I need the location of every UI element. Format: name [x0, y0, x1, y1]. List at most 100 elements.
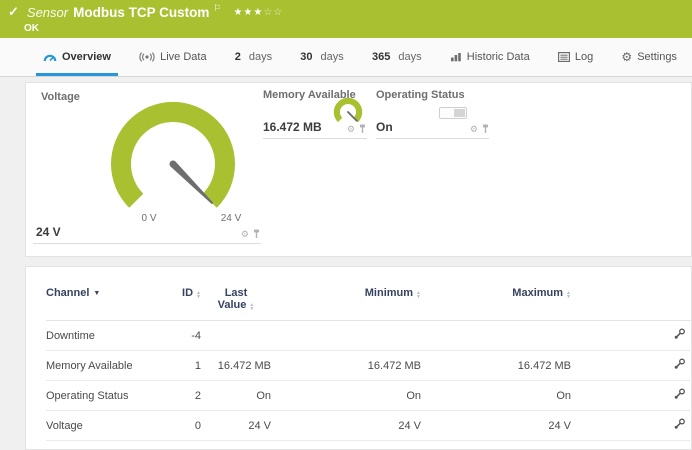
tab-historic-data[interactable]: Historic Data — [443, 38, 537, 76]
gear-icon: ⚙ — [621, 51, 632, 63]
edit-channel-icon[interactable] — [673, 328, 686, 340]
pin-icon[interactable] — [359, 124, 366, 134]
table-row-downtime[interactable]: Downtime -4 — [46, 321, 692, 351]
tab-30-days-unit: days — [321, 51, 344, 63]
tab-365-days[interactable]: 365 days — [365, 38, 429, 76]
channel-settings-gear-icon[interactable]: ⚙ — [470, 125, 478, 134]
table-row-operating-status[interactable]: Operating Status 2 On On On — [46, 381, 692, 411]
cell-id: 0 — [161, 411, 201, 441]
tab-settings-label: Settings — [637, 51, 677, 63]
cell-minimum: On — [271, 381, 421, 411]
sort-icon: ▲▼ — [249, 303, 254, 311]
operating-status-toggle[interactable] — [439, 107, 467, 119]
tab-settings[interactable]: ⚙ Settings — [614, 38, 684, 76]
gauge-icon — [43, 51, 57, 63]
priority-stars[interactable]: ★★★☆☆ — [233, 7, 283, 18]
cell-minimum — [271, 321, 421, 351]
priority-stars-empty[interactable]: ☆☆ — [263, 7, 283, 18]
tab-live-data-label: Live Data — [160, 51, 206, 63]
voltage-cell-divider — [33, 243, 261, 244]
tab-historic-data-label: Historic Data — [467, 51, 530, 63]
cell-maximum: 24 V — [421, 411, 571, 441]
sort-icon: ▲▼ — [566, 291, 571, 299]
column-header-last-value[interactable]: Last Value▲▼ — [201, 285, 271, 321]
flag-icon[interactable]: ⚐ — [213, 3, 221, 14]
cell-minimum: 16.472 MB — [271, 351, 421, 381]
cell-last-value — [201, 321, 271, 351]
table-row-voltage[interactable]: Voltage 0 24 V 24 V 24 V — [46, 411, 692, 441]
operating-cell-actions: ⚙ — [447, 124, 489, 134]
memory-current-value: 16.472 MB — [263, 120, 322, 134]
live-signal-icon — [139, 52, 155, 62]
cell-actions — [571, 351, 692, 381]
cell-maximum: 16.472 MB — [421, 351, 571, 381]
voltage-gauge-max-tick: 24 V — [213, 213, 249, 224]
column-header-channel-label: Channel — [46, 287, 89, 299]
column-header-maximum-label: Maximum — [512, 287, 563, 299]
cell-id: 1 — [161, 351, 201, 381]
column-header-id-label: ID — [182, 287, 193, 299]
table-row-memory-available[interactable]: Memory Available 1 16.472 MB 16.472 MB 1… — [46, 351, 692, 381]
tab-30-days-number: 30 — [300, 51, 312, 63]
column-header-minimum-label: Minimum — [365, 287, 413, 299]
channel-settings-gear-icon[interactable]: ⚙ — [241, 230, 249, 239]
channels-table: Channel▼ ID▲▼ Last Value▲▼ Minimum▲▼ Max… — [46, 285, 692, 441]
sort-icon: ▲▼ — [416, 291, 421, 299]
tab-2-days[interactable]: 2 days — [228, 38, 279, 76]
column-header-maximum[interactable]: Maximum▲▼ — [421, 285, 571, 321]
tab-overview[interactable]: Overview — [36, 38, 118, 76]
edit-channel-icon[interactable] — [673, 358, 686, 370]
tab-365-days-number: 365 — [372, 51, 390, 63]
cell-actions — [571, 411, 692, 441]
prtg-sensor-page: { "header": { "kind": "Sensor", "title":… — [0, 0, 692, 450]
status-ok-check-icon: ✓ — [8, 4, 19, 20]
edit-channel-icon[interactable] — [673, 388, 686, 400]
table-header-row: Channel▼ ID▲▼ Last Value▲▼ Minimum▲▼ Max… — [46, 285, 692, 321]
operating-cell-divider — [376, 138, 489, 139]
sensor-header: ✓ Sensor Modbus TCP Custom ⚐ ★★★☆☆ OK — [0, 0, 692, 38]
voltage-gauge-title: Voltage — [41, 91, 80, 103]
priority-stars-filled[interactable]: ★★★ — [233, 7, 263, 18]
tab-log-label: Log — [575, 51, 593, 63]
gauge-needle — [171, 162, 214, 205]
cell-last-value: 16.472 MB — [201, 351, 271, 381]
sort-desc-icon: ▼ — [93, 290, 100, 297]
cell-maximum — [421, 321, 571, 351]
toggle-knob — [454, 109, 465, 117]
cell-last-value: 24 V — [201, 411, 271, 441]
operating-status-title: Operating Status — [376, 89, 465, 101]
channels-panel: Channel▼ ID▲▼ Last Value▲▼ Minimum▲▼ Max… — [25, 266, 692, 450]
tab-2-days-unit: days — [249, 51, 272, 63]
cell-channel: Operating Status — [46, 381, 161, 411]
log-list-icon — [558, 52, 570, 62]
cell-actions — [571, 381, 692, 411]
column-header-channel[interactable]: Channel ▼ — [46, 285, 161, 321]
cell-id: 2 — [161, 381, 201, 411]
pin-icon[interactable] — [482, 124, 489, 134]
memory-cell-divider — [263, 138, 367, 139]
column-header-actions — [571, 285, 692, 321]
cell-last-value: On — [201, 381, 271, 411]
tab-log[interactable]: Log — [551, 38, 600, 76]
cell-maximum: On — [421, 381, 571, 411]
cell-actions — [571, 321, 692, 351]
cell-id: -4 — [161, 321, 201, 351]
tab-365-days-unit: days — [398, 51, 421, 63]
sensor-header-row: ✓ Sensor Modbus TCP Custom ⚐ ★★★☆☆ — [8, 4, 283, 20]
column-header-minimum[interactable]: Minimum▲▼ — [271, 285, 421, 321]
column-header-id[interactable]: ID▲▼ — [161, 285, 201, 321]
pin-icon[interactable] — [253, 229, 260, 239]
channel-settings-gear-icon[interactable]: ⚙ — [347, 125, 355, 134]
tab-2-days-number: 2 — [235, 51, 241, 63]
cell-minimum: 24 V — [271, 411, 421, 441]
gauges-panel: Voltage 0 V 24 V 24 V ⚙ Memory Available… — [25, 82, 692, 257]
cell-channel: Memory Available — [46, 351, 161, 381]
cell-channel: Voltage — [46, 411, 161, 441]
sensor-title: Modbus TCP Custom — [73, 5, 209, 20]
edit-channel-icon[interactable] — [673, 418, 686, 430]
tab-overview-label: Overview — [62, 51, 111, 63]
column-header-last-value-label: Last Value▲▼ — [216, 287, 256, 311]
voltage-cell-actions: ⚙ — [218, 229, 260, 239]
tab-30-days[interactable]: 30 days — [293, 38, 351, 76]
tab-live-data[interactable]: Live Data — [132, 38, 213, 76]
